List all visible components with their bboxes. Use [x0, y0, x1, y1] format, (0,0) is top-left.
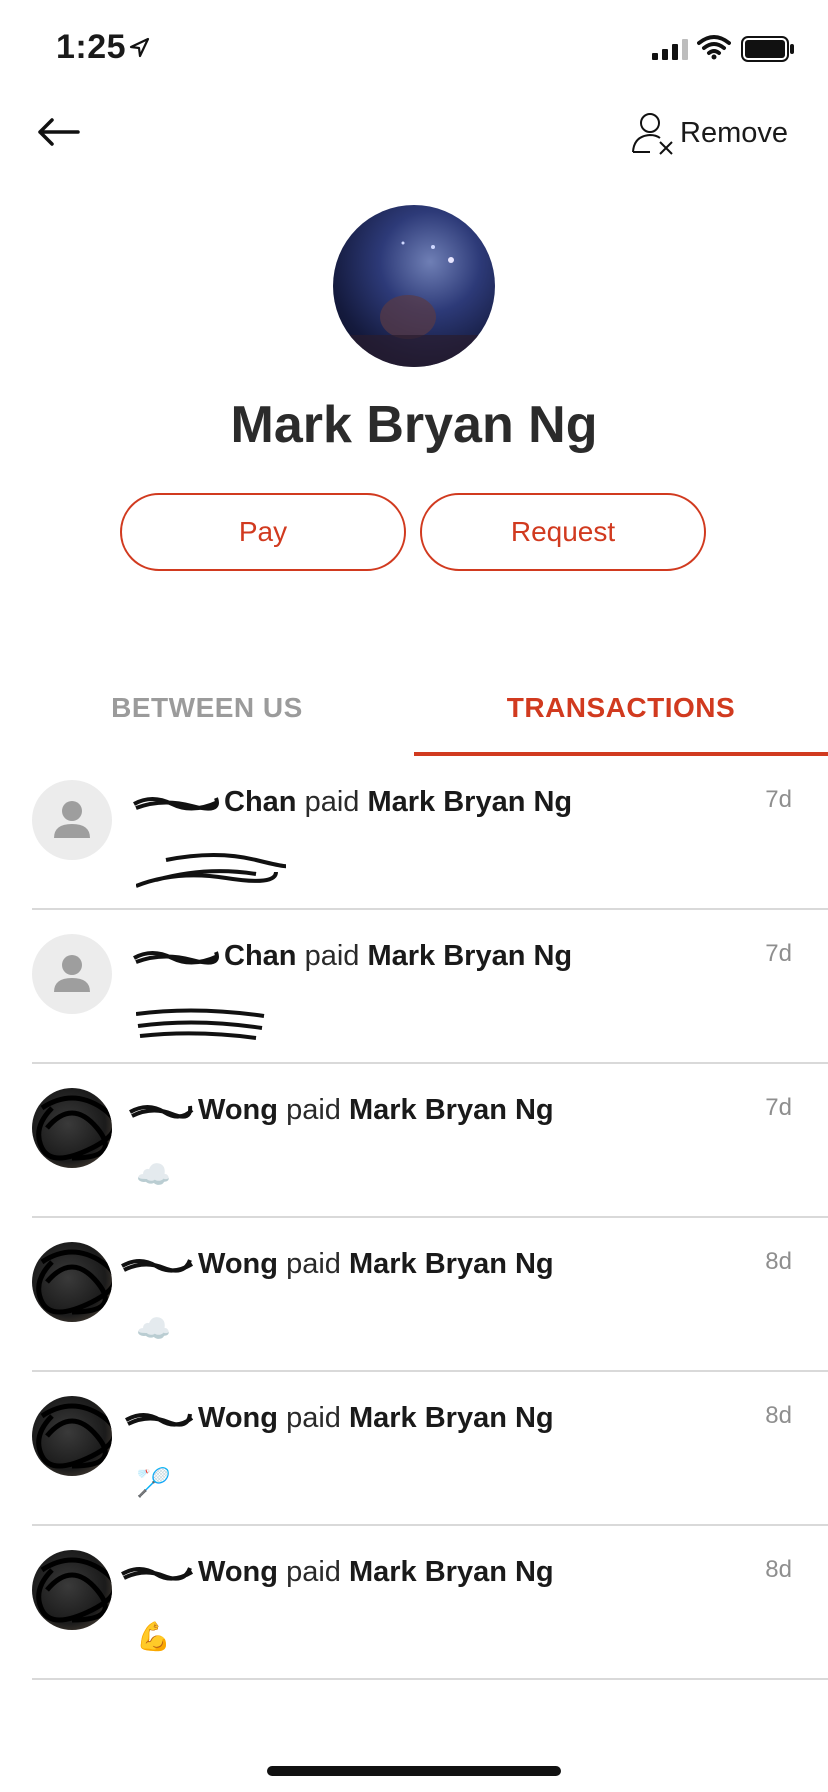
- transaction-time: 8d: [765, 1248, 792, 1275]
- redacted-avatar-scribble: [36, 1557, 112, 1623]
- remove-label: Remove: [680, 116, 788, 149]
- tab-bar: BETWEEN US TRANSACTIONS: [0, 660, 828, 756]
- redacted-avatar-scribble: [36, 1095, 112, 1161]
- request-button[interactable]: Request: [420, 493, 706, 571]
- payer-name: Wong: [198, 1402, 278, 1434]
- redacted-avatar-scribble: [36, 1403, 112, 1469]
- list-item[interactable]: Chan paid Mark Bryan Ng 7d: [0, 756, 828, 910]
- transaction-verb: paid: [286, 1402, 341, 1434]
- transaction-time: 8d: [765, 1556, 792, 1583]
- location-arrow-icon: [129, 37, 150, 58]
- redacted-name-scribble: [121, 1259, 194, 1273]
- transaction-title: Chan paid Mark Bryan Ng: [132, 940, 572, 973]
- battery-icon: [741, 36, 794, 62]
- redacted-name-scribble: [133, 797, 219, 811]
- transactions-list: Chan paid Mark Bryan Ng 7d Chan paid Mar…: [0, 756, 828, 1680]
- redacted-note-scribble: [136, 1008, 265, 1040]
- payer-name: Wong: [198, 1556, 278, 1588]
- transaction-title: Wong paid Mark Bryan Ng: [124, 1402, 554, 1435]
- transaction-time: 7d: [765, 786, 792, 813]
- status-time: 1:25: [56, 28, 127, 66]
- avatar: [32, 1242, 112, 1322]
- transaction-time: 7d: [765, 1094, 792, 1121]
- back-arrow-icon[interactable]: [34, 112, 82, 152]
- cellular-signal-icon: [652, 39, 688, 60]
- redacted-name-scribble: [125, 1413, 194, 1427]
- avatar: [32, 1550, 112, 1630]
- redacted-name-scribble: [133, 951, 219, 965]
- transaction-verb: paid: [304, 940, 360, 972]
- divider: [32, 1678, 828, 1680]
- avatar: [32, 780, 112, 860]
- home-indicator: [267, 1766, 561, 1776]
- list-item[interactable]: Wong paid Mark Bryan Ng ☁️ 8d: [0, 1218, 828, 1372]
- avatar: [32, 1396, 112, 1476]
- redacted-note-scribble: [136, 853, 286, 888]
- transaction-note: ☁️: [136, 1313, 171, 1344]
- profile-name: Mark Bryan Ng: [230, 396, 598, 454]
- transaction-note: [136, 1004, 266, 1044]
- top-nav: Remove: [0, 90, 828, 180]
- redacted-name-scribble: [129, 1105, 194, 1119]
- person-placeholder-icon: [54, 801, 90, 838]
- remove-button[interactable]: Remove: [630, 108, 788, 158]
- avatar: [32, 934, 112, 1014]
- payer-name: Wong: [198, 1248, 278, 1280]
- transaction-note: [136, 850, 286, 894]
- payee-name: Mark Bryan Ng: [348, 1402, 554, 1434]
- transaction-verb: paid: [286, 1556, 341, 1588]
- redacted-avatar-scribble: [36, 1249, 112, 1315]
- list-item[interactable]: Chan paid Mark Bryan Ng 7d: [0, 910, 828, 1064]
- payee-name: Mark Bryan Ng: [367, 940, 573, 972]
- payee-name: Mark Bryan Ng: [348, 1556, 554, 1588]
- tab-transactions[interactable]: TRANSACTIONS: [414, 660, 828, 756]
- transaction-note: 💪: [136, 1621, 171, 1652]
- transaction-verb: paid: [286, 1094, 341, 1126]
- remove-user-icon: [632, 113, 673, 155]
- transaction-title: Wong paid Mark Bryan Ng: [128, 1094, 554, 1127]
- transaction-note: 🏸: [136, 1467, 171, 1498]
- transaction-note: ☁️: [136, 1159, 171, 1190]
- transaction-time: 7d: [765, 940, 792, 967]
- transaction-title: Chan paid Mark Bryan Ng: [132, 786, 572, 819]
- payer-name: Chan: [224, 786, 297, 818]
- list-item[interactable]: Wong paid Mark Bryan Ng 🏸 8d: [0, 1372, 828, 1526]
- payer-name: Chan: [224, 940, 297, 972]
- transaction-verb: paid: [286, 1248, 341, 1280]
- tab-between-us[interactable]: BETWEEN US: [0, 660, 414, 756]
- transaction-title: Wong paid Mark Bryan Ng: [120, 1556, 554, 1589]
- transaction-time: 8d: [765, 1402, 792, 1429]
- person-placeholder-icon: [54, 955, 90, 992]
- profile-avatar: [333, 205, 495, 367]
- pay-button[interactable]: Pay: [120, 493, 406, 571]
- payee-name: Mark Bryan Ng: [348, 1248, 554, 1280]
- payer-name: Wong: [198, 1094, 278, 1126]
- transaction-title: Wong paid Mark Bryan Ng: [120, 1248, 554, 1281]
- wifi-icon: [697, 35, 731, 60]
- list-item[interactable]: Wong paid Mark Bryan Ng ☁️ 7d: [0, 1064, 828, 1218]
- payee-name: Mark Bryan Ng: [348, 1094, 554, 1126]
- transaction-verb: paid: [304, 786, 360, 818]
- redacted-name-scribble: [121, 1567, 194, 1581]
- payee-name: Mark Bryan Ng: [367, 786, 573, 818]
- status-bar: 1:25: [0, 0, 828, 100]
- avatar: [32, 1088, 112, 1168]
- list-item[interactable]: Wong paid Mark Bryan Ng 💪 8d: [0, 1526, 828, 1680]
